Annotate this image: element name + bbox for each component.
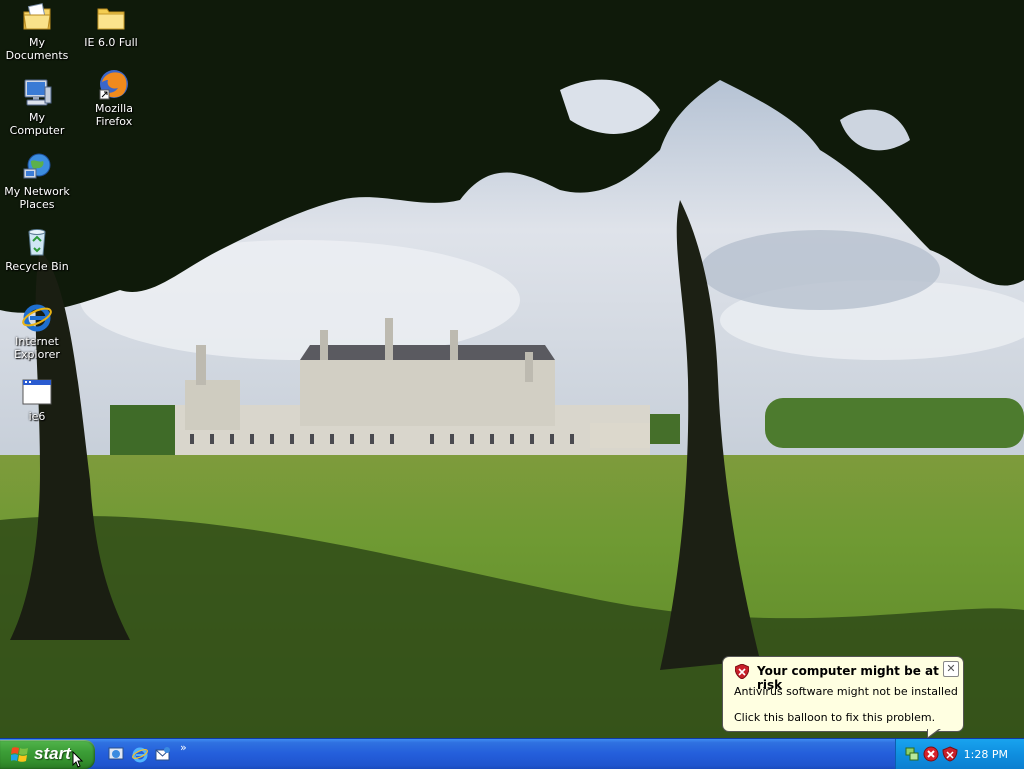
show-desktop-button[interactable]	[107, 745, 125, 763]
desktop-wallpaper	[0, 0, 1024, 740]
desktop-icon-label: Internet Explorer	[14, 335, 60, 361]
quick-launch-chevron[interactable]: »	[180, 741, 187, 754]
desktop-icon-ie6-full-folder[interactable]: IE 6.0 Full	[74, 2, 148, 49]
system-tray: 1:28 PM	[895, 739, 1024, 769]
internet-explorer-icon	[132, 747, 148, 763]
firefox-icon	[98, 68, 130, 100]
internet-explorer-icon	[21, 301, 53, 333]
desktop-icon-my-documents[interactable]: My Documents	[0, 2, 74, 62]
desktop-icon-label: Recycle Bin	[5, 260, 69, 273]
balloon-tail-inner	[928, 728, 940, 737]
folder-icon	[95, 2, 127, 34]
desktop-icon-label: ie6	[28, 410, 46, 423]
desktop-icon-my-computer[interactable]: My Computer	[0, 77, 74, 137]
desktop-icon-mozilla-firefox[interactable]: Mozilla Firefox	[77, 68, 151, 128]
taskbar: start » 1:28 PM	[0, 738, 1024, 769]
recycle-bin-icon	[21, 226, 53, 258]
balloon-close-button[interactable]: ✕	[943, 661, 959, 677]
desktop-icon-my-network-places[interactable]: My Network Places	[0, 151, 74, 211]
desktop-icon-label: My Network Places	[4, 185, 70, 211]
tray-security-alert-button[interactable]	[923, 746, 939, 762]
my-documents-icon	[21, 2, 53, 34]
taskbar-clock[interactable]: 1:28 PM	[964, 748, 1008, 761]
start-button[interactable]: start	[0, 740, 95, 769]
application-window-icon	[21, 376, 53, 408]
balloon-fix-link[interactable]: Click this balloon to fix this problem.	[734, 711, 935, 724]
tray-security-center-button[interactable]	[942, 746, 958, 762]
security-center-shield-icon	[942, 746, 958, 762]
quick-launch-outlook-express[interactable]	[154, 745, 172, 763]
security-alert-balloon[interactable]: Your computer might be at risk ✕ Antivir…	[722, 656, 964, 732]
network-places-icon	[21, 151, 53, 183]
desktop-icon-label: My Computer	[9, 111, 65, 137]
desktop-icon-label: My Documents	[5, 36, 69, 62]
outlook-express-icon	[155, 747, 170, 761]
desktop-icon-label: IE 6.0 Full	[84, 36, 138, 49]
mouse-cursor-icon	[72, 751, 84, 768]
windows-logo-icon	[11, 747, 28, 762]
balloon-message: Antivirus software might not be installe…	[734, 685, 958, 698]
my-computer-icon	[21, 77, 53, 109]
desktop-icon-recycle-bin[interactable]: Recycle Bin	[0, 226, 74, 273]
show-desktop-icon	[108, 747, 124, 760]
desktop-icon-label: Mozilla Firefox	[95, 102, 133, 128]
desktop-icon-internet-explorer[interactable]: Internet Explorer	[0, 301, 74, 361]
desktop-icon-ie6[interactable]: ie6	[0, 376, 74, 423]
start-label: start	[34, 744, 71, 763]
tray-network-button[interactable]	[904, 746, 920, 762]
security-shield-icon	[734, 663, 750, 680]
quick-launch-internet-explorer[interactable]	[131, 745, 149, 763]
security-alert-icon	[923, 746, 939, 762]
network-icon	[905, 747, 919, 761]
